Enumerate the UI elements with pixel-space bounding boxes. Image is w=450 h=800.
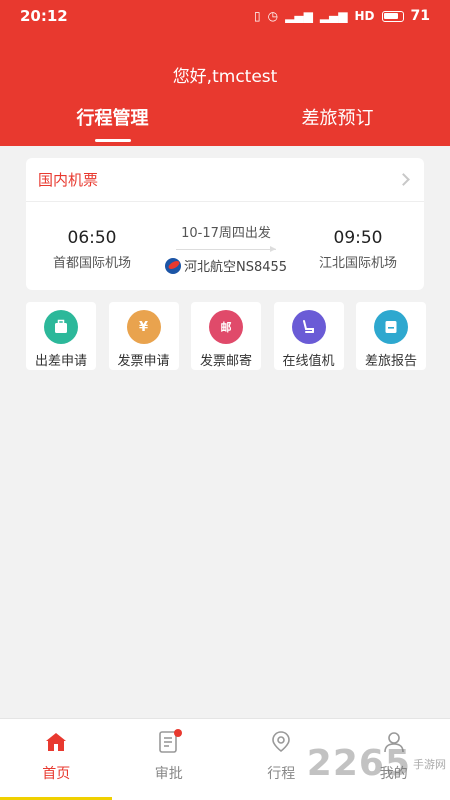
seat-icon bbox=[291, 310, 326, 344]
card-title: 国内机票 bbox=[38, 171, 99, 189]
domestic-flight-card[interactable]: 国内机票 06:50 首都国际机场 10-17周四出发 河北航空NS8455 0… bbox=[26, 158, 424, 290]
home-icon bbox=[43, 729, 69, 755]
arrival: 09:50 江北国际机场 bbox=[298, 228, 418, 271]
departure: 06:50 首都国际机场 bbox=[32, 228, 152, 271]
nav-label: 行程 bbox=[267, 766, 296, 782]
notification-dot bbox=[173, 729, 182, 737]
mail-icon: 邮 bbox=[209, 310, 243, 344]
chevron-right-icon bbox=[397, 173, 410, 186]
flight-middle: 10-17周四出发 河北航空NS8455 bbox=[156, 222, 296, 275]
quick-action-travel-report[interactable]: 差旅报告 bbox=[356, 302, 426, 370]
location-icon bbox=[268, 729, 294, 755]
quick-action-label: 发票邮寄 bbox=[199, 354, 252, 369]
nav-home[interactable]: 首页 bbox=[0, 719, 113, 800]
tab-trip-management[interactable]: 行程管理 bbox=[0, 104, 225, 142]
flight-arrow bbox=[176, 246, 276, 252]
card-header[interactable]: 国内机票 bbox=[26, 158, 424, 202]
nav-label: 首页 bbox=[42, 766, 71, 782]
quick-action-label: 发票申请 bbox=[117, 354, 170, 369]
flight-date: 10-17周四出发 bbox=[181, 226, 271, 241]
hd-icon: HD bbox=[354, 9, 375, 23]
yen-ticket-icon: ¥ bbox=[126, 310, 161, 344]
airline-logo-icon bbox=[164, 257, 181, 274]
tab-bar: 行程管理 差旅预订 bbox=[0, 104, 450, 142]
status-bar: 20:12 ▯ ◷ ▂▄▆ ▂▄▆ HD 71 bbox=[0, 0, 450, 32]
quick-action-online-checkin[interactable]: 在线值机 bbox=[273, 302, 344, 370]
signal-icon: ▂▄▆ bbox=[319, 9, 348, 23]
quick-action-label: 差旅报告 bbox=[364, 354, 417, 369]
status-icons: ▯ ◷ ▂▄▆ ▂▄▆ HD 71 bbox=[254, 8, 430, 24]
arrival-time: 09:50 bbox=[333, 228, 383, 248]
departure-time: 06:50 bbox=[67, 228, 117, 248]
arrival-airport: 江北国际机场 bbox=[318, 256, 397, 271]
quick-action-label: 出差申请 bbox=[34, 354, 87, 369]
departure-airport: 首都国际机场 bbox=[52, 256, 131, 271]
vibrate-icon: ▯ bbox=[254, 9, 261, 23]
quick-action-invoice-request[interactable]: ¥ 发票申请 bbox=[108, 302, 179, 370]
header: 您好,tmctest 行程管理 差旅预订 bbox=[0, 32, 450, 146]
alarm-icon: ◷ bbox=[267, 9, 279, 23]
airline-flight-number: 河北航空NS8455 bbox=[183, 260, 288, 275]
quick-action-invoice-mail[interactable]: 邮 发票邮寄 bbox=[191, 302, 261, 370]
nav-label: 审批 bbox=[154, 766, 183, 782]
report-icon bbox=[374, 310, 408, 344]
battery-level: 71 bbox=[410, 8, 430, 24]
status-time: 20:12 bbox=[20, 7, 68, 25]
flight-info: 06:50 首都国际机场 10-17周四出发 河北航空NS8455 09:50 … bbox=[26, 202, 424, 290]
signal-icon: ▂▄▆ bbox=[285, 9, 313, 23]
briefcase-icon bbox=[44, 310, 78, 344]
quick-action-label: 在线值机 bbox=[282, 354, 335, 369]
watermark: 2265 手游网 bbox=[307, 743, 446, 784]
quick-action-trip-request[interactable]: 出差申请 bbox=[26, 302, 96, 370]
nav-approval[interactable]: 审批 bbox=[113, 719, 226, 800]
tab-travel-booking[interactable]: 差旅预订 bbox=[225, 104, 450, 142]
airline-row: 河北航空NS8455 bbox=[156, 256, 296, 275]
quick-actions: 出差申请 ¥ 发票申请 邮 发票邮寄 在线值机 差旅报告 bbox=[26, 302, 426, 370]
watermark-number: 2265 bbox=[306, 743, 411, 784]
battery-icon bbox=[381, 10, 404, 22]
greeting-text: 您好,tmctest bbox=[172, 67, 278, 87]
watermark-text: 手游网 bbox=[413, 757, 446, 771]
